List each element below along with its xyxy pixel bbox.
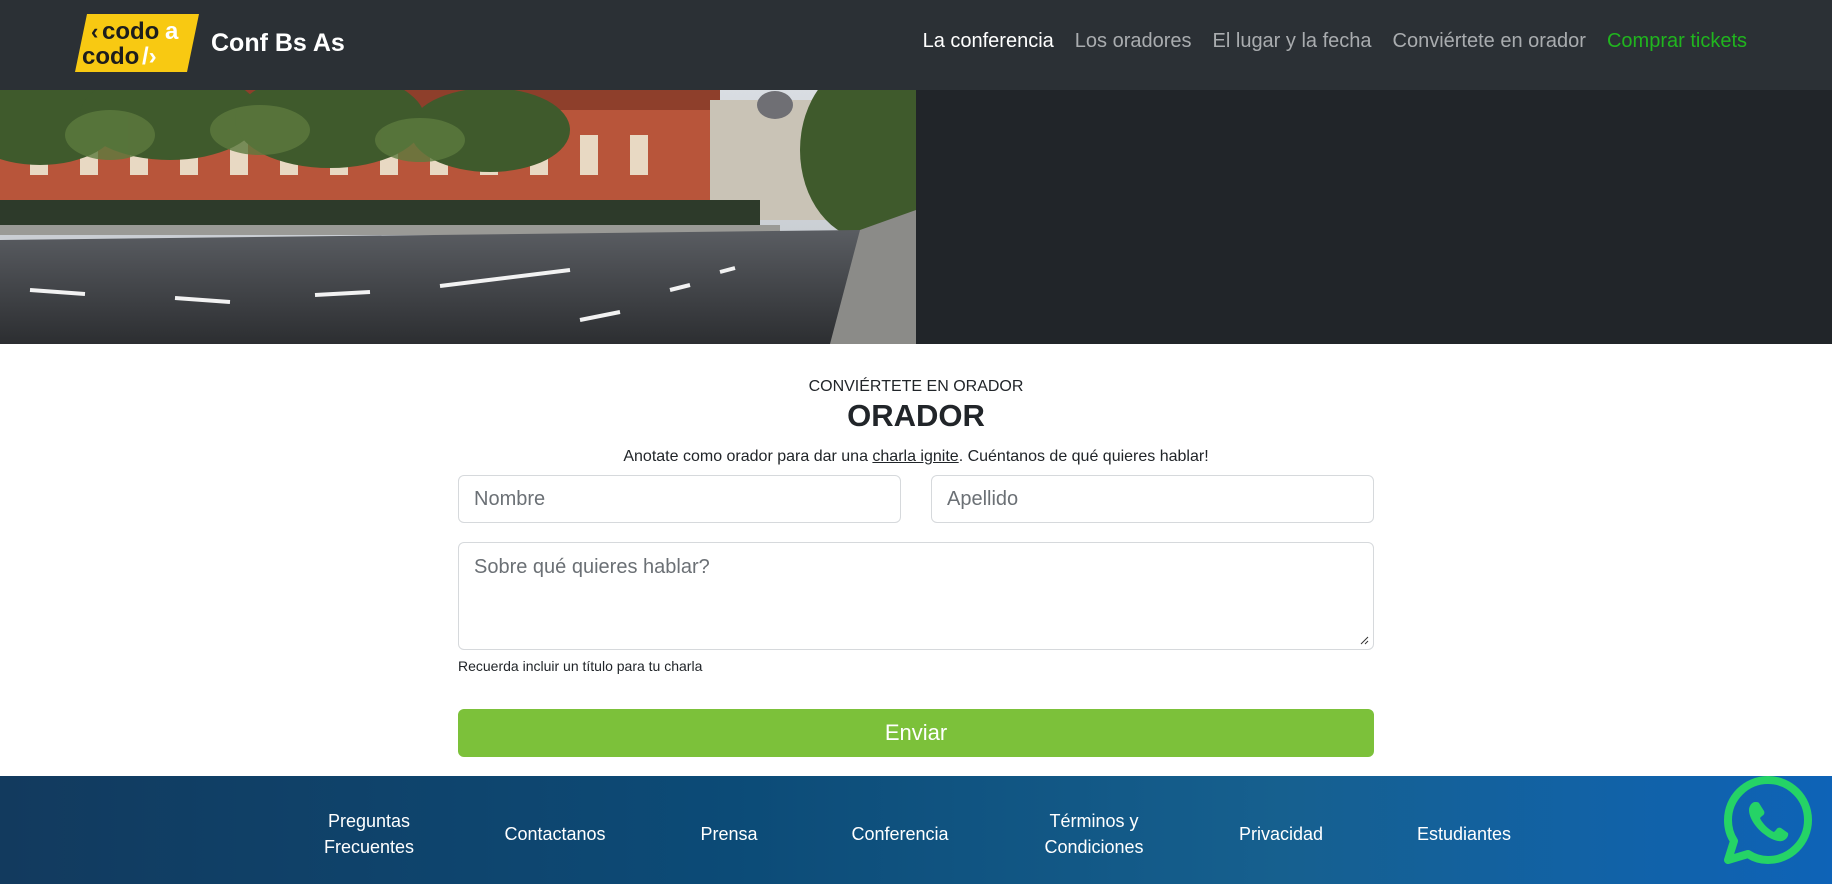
hero-street-image bbox=[0, 90, 916, 344]
enviar-button[interactable]: Enviar bbox=[458, 709, 1374, 757]
brand-title: Conf Bs As bbox=[211, 28, 345, 57]
topic-placeholder: Sobre qué quieres hablar? bbox=[474, 556, 710, 578]
page-title: ORADOR bbox=[847, 398, 985, 433]
footer-link-contactanos[interactable]: Contactanos bbox=[504, 821, 605, 847]
svg-text:‹: ‹ bbox=[91, 19, 98, 44]
charla-ignite-link[interactable]: charla ignite bbox=[872, 448, 958, 465]
nav-link-los-oradores[interactable]: Los oradores bbox=[1075, 30, 1192, 53]
intro-text-end: . Cuéntanos de qué quieres hablar! bbox=[958, 448, 1209, 465]
footer-link-terminos-line1: Términos y bbox=[1049, 811, 1139, 831]
resize-grip-icon[interactable] bbox=[1360, 636, 1369, 645]
whatsapp-icon[interactable] bbox=[1722, 774, 1814, 866]
footer-link-preguntas-frecuentes[interactable]: Preguntas Frecuentes bbox=[324, 808, 414, 860]
intro-text: Anotate como orador para dar una charla … bbox=[458, 448, 1374, 466]
logo-line1: codo bbox=[102, 18, 159, 45]
footer-link-conferencia[interactable]: Conferencia bbox=[851, 821, 948, 847]
nav-link-la-conferencia[interactable]: La conferencia bbox=[923, 30, 1054, 53]
codo-a-codo-logo: ‹ codo a codo /› bbox=[75, 14, 199, 72]
topic-hint: Recuerda incluir un título para tu charl… bbox=[458, 658, 703, 674]
footer: Preguntas Frecuentes Contactanos Prensa … bbox=[0, 776, 1832, 884]
svg-text:/›: /› bbox=[142, 43, 157, 70]
footer-link-terminos-line2: Condiciones bbox=[1044, 837, 1144, 857]
intro-text-start: Anotate como orador para dar una bbox=[623, 448, 873, 465]
logo-line2: codo bbox=[82, 43, 139, 70]
footer-link-estudiantes[interactable]: Estudiantes bbox=[1417, 821, 1511, 847]
apellido-input[interactable]: Apellido bbox=[931, 475, 1374, 523]
brand-home-link[interactable]: ‹ codo a codo /› Conf Bs As bbox=[75, 14, 345, 72]
footer-link-preguntas-line1: Preguntas bbox=[327, 811, 411, 831]
topic-textarea[interactable]: Sobre qué quieres hablar? bbox=[458, 542, 1374, 650]
nav-link-lugar-fecha[interactable]: El lugar y la fecha bbox=[1213, 30, 1372, 53]
navbar: ‹ codo a codo /› Conf Bs As La conferenc… bbox=[0, 0, 1832, 90]
nav-menu: La conferencia Los oradores El lugar y l… bbox=[902, 30, 1747, 53]
hero-banner bbox=[0, 90, 1832, 344]
section-overline: Conviértete en orador bbox=[808, 378, 1024, 395]
footer-link-prensa[interactable]: Prensa bbox=[700, 821, 757, 847]
nombre-input[interactable]: Nombre bbox=[458, 475, 901, 523]
footer-link-privacidad[interactable]: Privacidad bbox=[1239, 821, 1323, 847]
nav-link-conviertete-orador[interactable]: Conviértete en orador bbox=[1393, 30, 1586, 53]
footer-link-terminos-condiciones[interactable]: Términos y Condiciones bbox=[1044, 808, 1143, 860]
svg-text:a: a bbox=[165, 18, 179, 45]
footer-link-preguntas-line2: Frecuentes bbox=[323, 837, 415, 857]
nav-link-comprar-tickets[interactable]: Comprar tickets bbox=[1607, 30, 1747, 53]
